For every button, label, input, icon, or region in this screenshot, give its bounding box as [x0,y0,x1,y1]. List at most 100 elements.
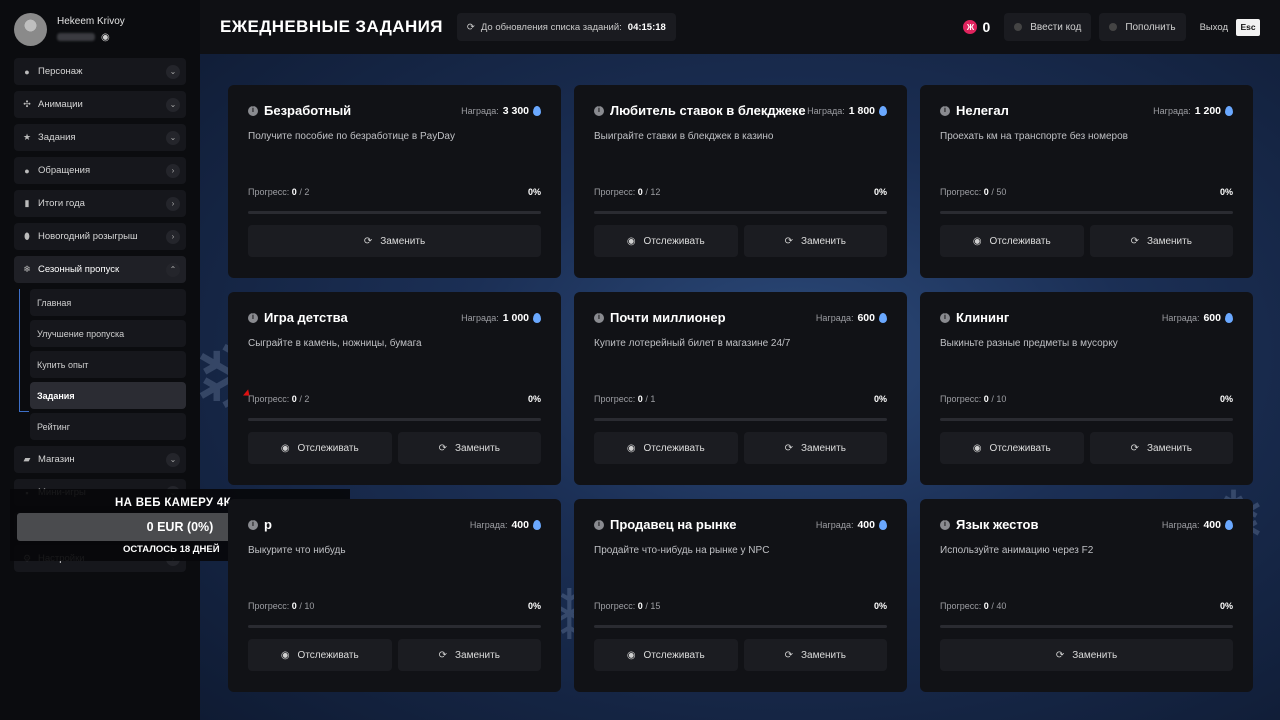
reward-value: 400 [1203,518,1221,531]
track-button[interactable]: ◉ Отслеживать [940,225,1084,257]
info-icon[interactable]: i [248,312,258,323]
replace-button[interactable]: ⟳ Заменить [743,225,887,257]
info-icon[interactable]: i [248,105,258,116]
eye-icon: ◉ [626,442,636,454]
replace-label: Заменить [800,442,846,454]
chart-icon: ▮ [24,198,30,208]
track-label: Отслеживать [989,235,1051,247]
code-icon [1014,23,1023,31]
refresh-icon: ⟳ [1130,442,1139,454]
esc-button[interactable]: Esc [1236,18,1260,36]
info-icon[interactable]: i [594,519,604,530]
progress-percent: 0% [527,601,541,611]
page-title: ЕЖЕДНЕВНЫЕ ЗАДАНИЯ [220,17,443,36]
timer-label: До обновления списка заданий: [480,21,622,33]
task-card: i Нелегал Награда: 1 200 Проехать км на тран… [920,85,1253,278]
eye-icon: ◉ [972,442,982,454]
reward-value: 400 [857,518,875,531]
progress-label: Прогресс: [940,601,982,611]
refresh-icon: ⟳ [438,649,447,661]
replace-button[interactable]: ⟳ Заменить [1089,225,1233,257]
sidebar-item[interactable]: ❄ Сезонный пропуск ⌃ [14,256,186,283]
task-title: Продавец на рынке [610,517,737,532]
sidebar-item[interactable]: ★ Задания ⌄ [14,124,186,151]
reward-label: Награда: [815,519,854,530]
progress-bar [940,211,1233,214]
chevron-icon: ⌄ [166,130,180,145]
replace-label: Заменить [454,649,500,661]
refresh-icon: ⟳ [1055,649,1065,661]
drop-icon [533,105,541,116]
submenu-item[interactable]: Улучшение пропуска [30,320,186,347]
sidebar-item[interactable]: ⬮ Новогодний розыгрыш › [14,223,186,250]
progress-row: Прогресс: 0 / 15 0% [594,601,887,611]
info-icon[interactable]: i [940,105,950,116]
task-card: i Любитель ставок в блекджеке Награда: 1 80… [574,85,907,278]
chevron-icon: ⌃ [166,262,180,277]
submenu-item[interactable]: Рейтинг [30,413,186,440]
track-button[interactable]: ◉ Отслеживать [594,432,738,464]
replace-button[interactable]: ⟳ Заменить [743,639,887,671]
info-icon[interactable]: i [940,519,950,530]
track-button[interactable]: ◉ Отслеживать [940,432,1084,464]
reward-value: 1 000 [502,311,529,324]
replace-label: Заменить [1146,235,1192,247]
drop-icon [1225,519,1233,530]
sidebar-item[interactable]: ▮ Итоги года › [14,190,186,217]
drop-icon [879,519,887,530]
drop-icon [1225,105,1233,116]
progress-done: 0 [291,601,297,611]
reward-value: 600 [857,311,875,324]
sidebar-item[interactable]: ● Обращения › [14,157,186,184]
submenu-item[interactable]: Купить опыт [30,351,186,378]
track-button[interactable]: ◉ Отслеживать [594,225,738,257]
submenu-item[interactable]: Задания [30,382,186,409]
sidebar-item-label: Персонаж [38,66,83,77]
progress-label: Прогресс: [248,601,290,611]
progress-bar [594,625,887,628]
exit-label: Выход [1199,21,1228,33]
drop-icon [533,312,541,323]
reward-label: Награда: [1153,105,1191,116]
sidebar-item-label: Задания [38,132,76,143]
eye-icon[interactable]: ◉ [101,32,110,43]
info-icon[interactable]: i [248,519,258,530]
reward-value: 3 300 [502,104,529,117]
progress-row: Прогресс: 0 / 2 0% [248,394,541,404]
replace-button[interactable]: ⟳ Заменить [248,225,541,257]
eye-icon: ◉ [280,442,290,454]
chat-icon: ● [24,165,30,176]
task-title: Клининг [956,310,1010,325]
enter-code-button[interactable]: Ввести код [1004,13,1092,41]
info-icon[interactable]: i [594,105,604,116]
info-icon[interactable]: i [940,312,950,323]
progress-total: 40 [996,601,1007,611]
replace-button[interactable]: ⟳ Заменить [397,639,541,671]
replace-button[interactable]: ⟳ Заменить [743,432,887,464]
sidebar-item[interactable]: ✣ Анимации ⌄ [14,91,186,118]
top-up-button[interactable]: Пополнить [1099,13,1186,41]
track-label: Отслеживать [297,649,359,661]
progress-total: 12 [650,187,661,197]
sidebar-item[interactable]: ▰ Магазин ⌄ [14,446,186,473]
track-button[interactable]: ◉ Отслеживать [594,639,738,671]
info-icon[interactable]: i [594,312,604,323]
track-label: Отслеживать [989,442,1051,454]
replace-button[interactable]: ⟳ Заменить [1089,432,1233,464]
progress-label: Прогресс: [594,394,636,404]
task-card: i Безработный Награда: 3 300 Получите пособи… [228,85,561,278]
task-description: Проехать км на транспорте без номеров [940,131,1128,142]
submenu-item[interactable]: Главная [30,289,186,316]
track-label: Отслеживать [297,442,359,454]
replace-button[interactable]: ⟳ Заменить [397,432,541,464]
task-description: Используйте анимацию через F2 [940,545,1094,556]
refresh-icon: ⟳ [438,442,447,454]
sidebar-item[interactable]: ● Персонаж ⌄ [14,58,186,85]
replace-button[interactable]: ⟳ Заменить [940,639,1233,671]
track-button[interactable]: ◉ Отслеживать [248,432,392,464]
replace-label: Заменить [800,235,846,247]
replace-label: Заменить [1072,649,1118,661]
track-button[interactable]: ◉ Отслеживать [248,639,392,671]
task-description: Купите лотерейный билет в магазине 24/7 [594,338,791,349]
progress-label: Прогресс: [940,394,982,404]
